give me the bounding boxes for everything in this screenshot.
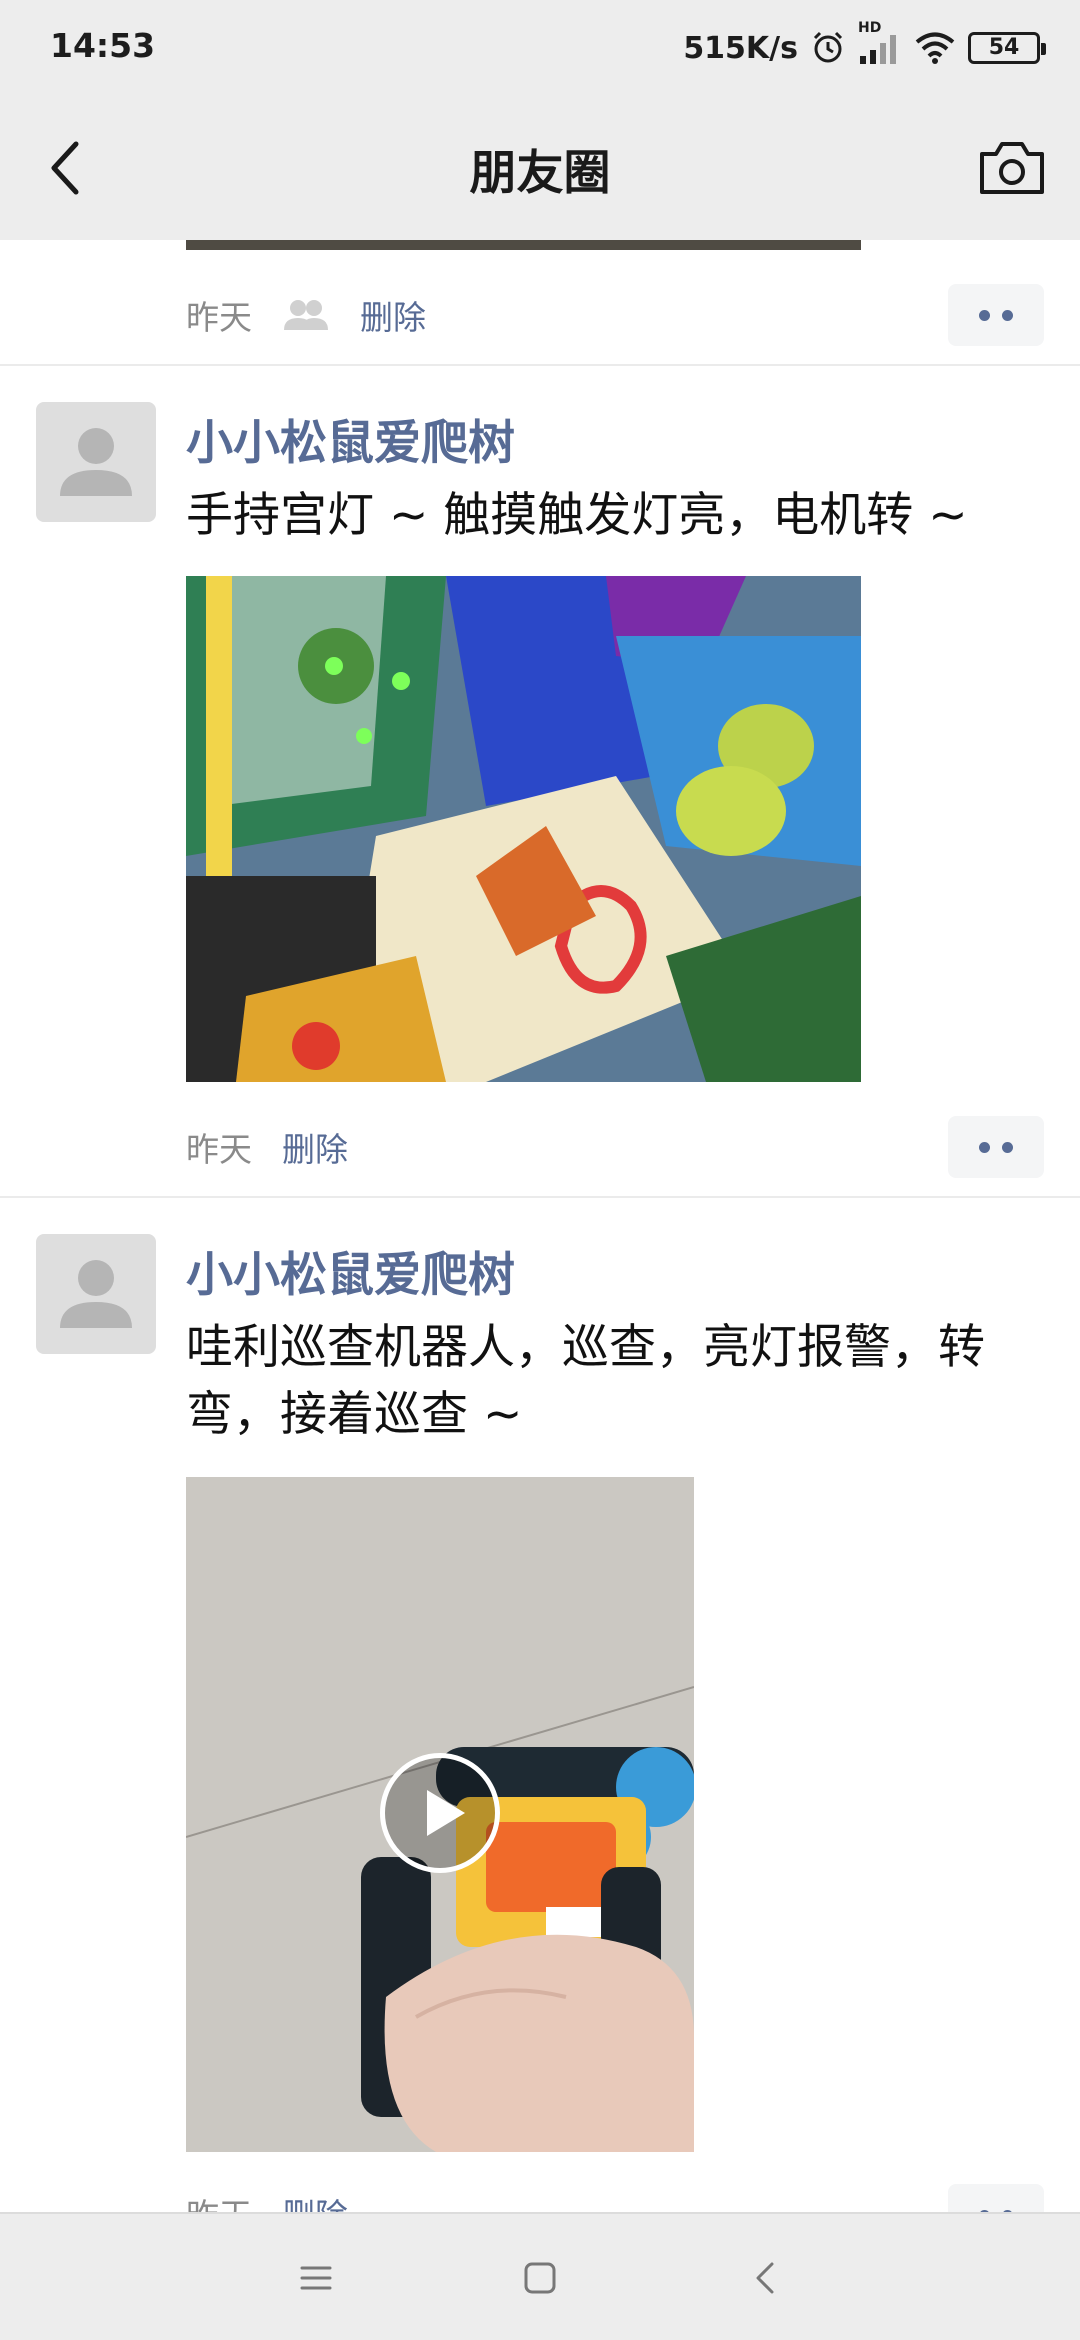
avatar[interactable]: [36, 1234, 156, 1354]
system-navigation-bar: [0, 2212, 1080, 2340]
battery-icon: 54: [968, 32, 1046, 64]
delete-link[interactable]: 删除: [282, 2189, 348, 2212]
dot-icon: [1002, 1141, 1013, 1153]
post-meta: 昨天 删除: [186, 1122, 348, 1172]
delete-link[interactable]: 删除: [360, 291, 426, 339]
alarm-icon: [810, 30, 846, 66]
divider: [0, 364, 1080, 366]
status-time: 14:53: [50, 26, 156, 65]
more-options-button[interactable]: [948, 1116, 1044, 1178]
friends-icon: [282, 298, 330, 332]
status-indicators: 515K/s HD 54: [683, 20, 1046, 70]
battery-level: 54: [988, 35, 1020, 60]
avatar[interactable]: [36, 402, 156, 522]
menu-icon[interactable]: [292, 2254, 340, 2302]
camera-icon[interactable]: [974, 132, 1050, 204]
post-meta: 昨天 删除: [186, 290, 426, 340]
divider: [0, 1196, 1080, 1198]
page-title: 朋友圈: [469, 146, 611, 201]
more-options-button[interactable]: [948, 2184, 1044, 2212]
author-name[interactable]: 小小松鼠爱爬树: [186, 1236, 515, 1305]
home-icon[interactable]: [516, 2254, 564, 2302]
post-time: 昨天: [186, 298, 252, 337]
dot-icon: [979, 1141, 990, 1153]
back-icon[interactable]: [742, 2254, 790, 2302]
post-text: 手持宫灯 ~ 触摸触发灯亮，电机转 ~: [186, 488, 968, 543]
play-button[interactable]: [380, 1753, 500, 1873]
post-image-partial[interactable]: [186, 240, 861, 250]
status-bar: 14:53 515K/s HD 54: [0, 0, 1080, 96]
network-speed: 515K/s: [683, 30, 798, 66]
post-photo[interactable]: [186, 576, 861, 1082]
post-meta: 昨天 删除: [186, 2188, 348, 2212]
post-text: 哇利巡查机器人，巡查，亮灯报警，转弯，接着巡查 ~: [186, 1320, 985, 1442]
network-type-label: HD: [858, 20, 882, 36]
post-time: 昨天: [186, 1130, 252, 1169]
signal-icon: HD: [858, 20, 902, 66]
post-time: 昨天: [186, 2189, 252, 2212]
delete-link[interactable]: 删除: [282, 1123, 348, 1171]
nav-bar: 朋友圈: [0, 96, 1080, 240]
more-options-button[interactable]: [948, 284, 1044, 346]
dot-icon: [1002, 309, 1013, 321]
post-video[interactable]: [186, 1477, 694, 2152]
wifi-icon: [914, 31, 956, 65]
author-name[interactable]: 小小松鼠爱爬树: [186, 404, 515, 473]
moments-feed[interactable]: 昨天 删除 小小松鼠爱爬树 手持宫灯 ~ 触摸触发灯亮，电机转 ~ 昨天 删除 …: [0, 240, 1080, 2212]
dot-icon: [979, 309, 990, 321]
